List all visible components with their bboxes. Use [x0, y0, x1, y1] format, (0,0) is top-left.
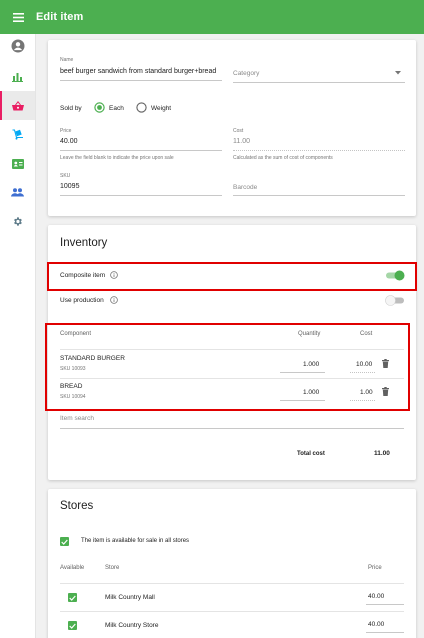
- name-input[interactable]: beef burger sandwich from standard burge…: [60, 68, 216, 75]
- store-available-checkbox[interactable]: [68, 621, 77, 630]
- menu-button[interactable]: [0, 0, 36, 34]
- inventory-heading: Inventory: [60, 237, 108, 249]
- highlight-components-table: [45, 323, 410, 411]
- radio-weight[interactable]: [136, 102, 147, 113]
- stores-heading: Stores: [60, 500, 94, 512]
- id-card-icon: [11, 158, 24, 169]
- radio-each-label[interactable]: Each: [109, 105, 124, 112]
- col-available: Available: [60, 565, 85, 571]
- price-label: Price: [60, 128, 72, 134]
- sidebar: [0, 34, 36, 638]
- category-underline: [233, 82, 405, 83]
- row-divider: [60, 611, 404, 612]
- chevron-down-icon[interactable]: [395, 71, 401, 75]
- hamburger-icon: [12, 12, 24, 22]
- all-stores-label: The item is available for sale in all st…: [81, 538, 190, 544]
- all-stores-checkbox[interactable]: [60, 537, 69, 546]
- info-icon[interactable]: [110, 296, 118, 304]
- item-details-card: Name beef burger sandwich from standard …: [48, 40, 416, 216]
- sidebar-item-reports[interactable]: [0, 62, 35, 91]
- store-available-checkbox[interactable]: [68, 593, 77, 602]
- sidebar-item-customers[interactable]: [0, 149, 35, 178]
- bar-chart-icon: [12, 73, 23, 82]
- sidebar-item-settings[interactable]: [0, 207, 35, 236]
- store-price-input[interactable]: 40.00: [368, 621, 384, 628]
- use-production-toggle[interactable]: [385, 295, 405, 306]
- price-input[interactable]: 40.00: [60, 138, 78, 145]
- sku-label: SKU: [60, 173, 71, 179]
- use-production-label: Use production: [60, 297, 104, 304]
- sku-input[interactable]: 10095: [60, 183, 79, 190]
- total-cost-value: 11.00: [374, 450, 390, 457]
- highlight-composite-item: [47, 262, 417, 291]
- cost-label: Cost: [233, 128, 244, 134]
- sku-underline: [60, 195, 222, 196]
- sold-by-label: Sold by: [60, 105, 82, 112]
- col-store: Store: [105, 565, 120, 571]
- app-bar: Edit item: [0, 0, 424, 34]
- store-name: Milk Country Mall: [105, 594, 155, 601]
- radio-weight-label[interactable]: Weight: [151, 105, 171, 112]
- store-price-input[interactable]: 40.00: [368, 593, 384, 600]
- barcode-input[interactable]: Barcode: [233, 184, 257, 191]
- check-icon: [69, 595, 76, 601]
- item-search-underline: [60, 428, 404, 429]
- page-title: Edit item: [36, 11, 84, 23]
- total-cost-label: Total cost: [297, 451, 325, 457]
- stores-card: Stores The item is available for sale in…: [48, 489, 416, 638]
- check-icon: [61, 539, 68, 545]
- sidebar-item-items[interactable]: [0, 91, 35, 120]
- check-icon: [69, 623, 76, 629]
- store-price-underline: [366, 632, 404, 633]
- item-search-input[interactable]: Item search: [60, 415, 94, 422]
- name-underline: [60, 80, 222, 81]
- sidebar-item-account[interactable]: [0, 34, 35, 58]
- gear-icon: [14, 217, 22, 226]
- basket-icon: [11, 100, 24, 110]
- sidebar-item-inventory[interactable]: [0, 120, 35, 149]
- stores-header-divider: [60, 583, 404, 584]
- account-circle-icon: [11, 39, 24, 53]
- store-name: Milk Country Store: [105, 622, 159, 629]
- sidebar-item-employees[interactable]: [0, 178, 35, 207]
- col-price: Price: [368, 565, 382, 571]
- radio-each[interactable]: [94, 102, 105, 113]
- category-select[interactable]: Category: [233, 70, 259, 77]
- barcode-underline: [233, 195, 405, 196]
- price-hint: Leave the field blank to indicate the pr…: [60, 155, 174, 161]
- dolly-icon: [12, 129, 23, 140]
- cost-underline: [233, 150, 405, 151]
- name-label: Name: [60, 57, 74, 63]
- store-price-underline: [366, 604, 404, 605]
- price-underline: [60, 150, 222, 151]
- cost-hint: Calculated as the sum of cost of compone…: [233, 155, 333, 161]
- cost-value: 11.00: [233, 138, 250, 145]
- people-icon: [11, 188, 24, 197]
